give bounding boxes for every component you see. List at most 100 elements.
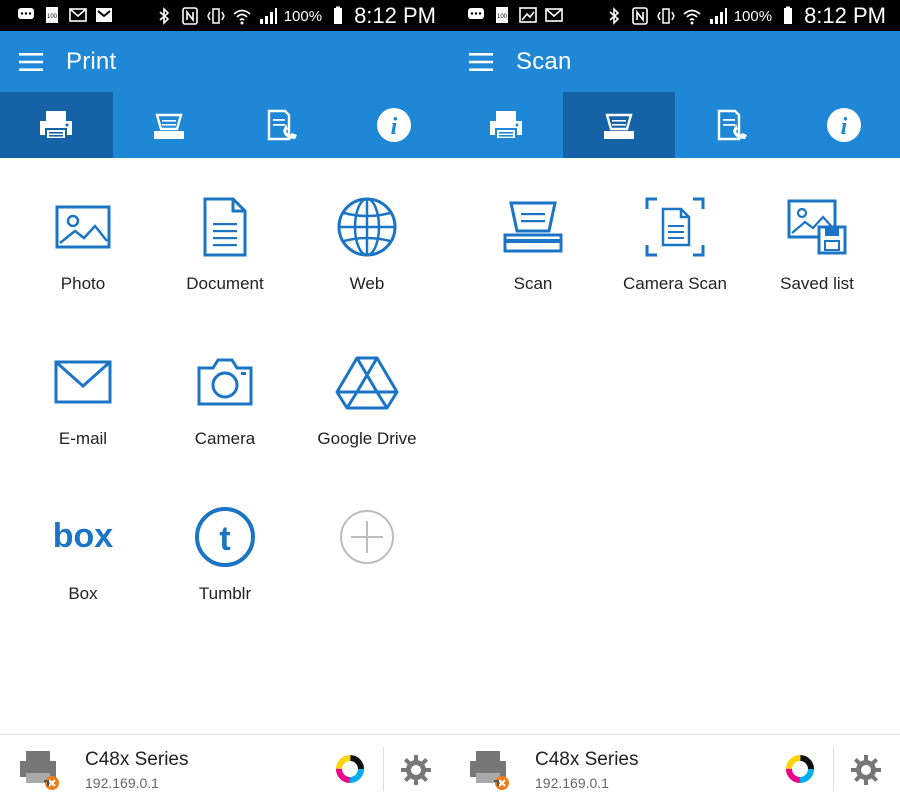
email-icon: [54, 360, 112, 404]
gear-icon[interactable]: [399, 753, 433, 787]
tab-print[interactable]: [450, 92, 563, 158]
photo-icon: [55, 205, 111, 249]
page-title: Scan: [516, 48, 572, 75]
box-icon: box: [53, 517, 114, 555]
google-drive-label: Google Drive: [317, 429, 417, 448]
scan-panel: 100 100% 8:12 PM Scan i Scan Camera Scan…: [450, 0, 900, 801]
info-icon: i: [376, 108, 411, 142]
svg-text:100: 100: [47, 14, 58, 20]
web-option[interactable]: Web: [292, 158, 442, 298]
scan-option[interactable]: Scan: [458, 158, 608, 298]
tab-print[interactable]: [0, 92, 113, 158]
battery-icon: [778, 6, 798, 26]
tumblr-label: Tumblr: [198, 584, 252, 603]
vibrate-icon: [206, 6, 226, 26]
google-drive-option[interactable]: Google Drive: [292, 313, 442, 453]
scan-options-grid: Scan Camera Scan Saved list: [450, 158, 900, 734]
tab-fax[interactable]: [675, 92, 788, 158]
print-icon: [490, 111, 523, 140]
ink-levels-icon[interactable]: [335, 754, 365, 784]
tab-scan[interactable]: [113, 92, 226, 158]
document-label: Document: [186, 274, 264, 293]
svg-text:i: i: [390, 114, 397, 140]
add-icon: [340, 510, 394, 564]
email-label: E-mail: [58, 429, 108, 448]
fax-icon: [268, 109, 298, 141]
box-label: Box: [68, 584, 98, 603]
ink-levels-icon[interactable]: [785, 754, 815, 784]
printer-status-icon: [470, 751, 509, 790]
nfc-icon: [630, 6, 650, 26]
battery-notification-icon: 100: [492, 5, 512, 25]
status-bar: 100 100% 8:12 PM: [0, 0, 450, 31]
status-bar: 100 100% 8:12 PM: [450, 0, 900, 31]
document-icon: [203, 197, 247, 257]
printer-name: C48x Series: [85, 749, 189, 770]
tab-info[interactable]: i: [338, 92, 451, 158]
tab-scan[interactable]: [562, 92, 675, 158]
signal-icon: [708, 6, 728, 26]
battery-percent: 100%: [733, 7, 773, 25]
scan-icon: [503, 201, 563, 253]
scan-icon: [153, 113, 184, 139]
saved-list-option[interactable]: Saved list: [742, 158, 892, 298]
camera-scan-option[interactable]: Camera Scan: [600, 158, 750, 298]
info-icon: i: [826, 108, 861, 142]
email-option[interactable]: E-mail: [8, 313, 158, 453]
camera-option[interactable]: Camera: [150, 313, 300, 453]
scan-icon: [603, 113, 634, 139]
svg-text:box: box: [53, 517, 114, 555]
tumblr-icon: t: [195, 507, 255, 567]
divider: [833, 747, 834, 791]
battery-icon: [328, 6, 348, 26]
camera-label: Camera: [194, 429, 256, 448]
app-bar: Scan: [450, 31, 900, 92]
svg-text:t: t: [219, 520, 230, 558]
vibrate-icon: [656, 6, 676, 26]
clock: 8:12 PM: [354, 3, 436, 28]
camera-scan-label: Camera Scan: [623, 274, 727, 293]
print-panel: 100 100% 8:12 PM Print i Photo Document …: [0, 0, 450, 801]
svg-text:i: i: [840, 114, 847, 140]
image-notification-icon: [518, 5, 538, 25]
box-option[interactable]: box Box: [8, 468, 158, 608]
document-option[interactable]: Document: [150, 158, 300, 298]
divider: [383, 747, 384, 791]
printer-name: C48x Series: [535, 749, 639, 770]
print-options-grid: Photo Document Web E-mail Camera Google …: [0, 158, 450, 734]
bluetooth-icon: [154, 6, 174, 26]
saved-list-label: Saved list: [780, 274, 854, 293]
web-label: Web: [349, 274, 385, 293]
menu-icon[interactable]: [18, 49, 44, 75]
printer-bar[interactable]: C48x Series 192.169.0.1: [0, 734, 450, 801]
email-notification-icon: [68, 5, 88, 25]
gmail-icon: [94, 5, 114, 25]
chat-icon: [16, 5, 36, 25]
clock: 8:12 PM: [804, 3, 886, 28]
printer-bar[interactable]: C48x Series 192.169.0.1: [450, 734, 900, 801]
email-notification-icon: [544, 5, 564, 25]
page-title: Print: [66, 48, 117, 75]
signal-icon: [258, 6, 278, 26]
printer-status-icon: [20, 751, 59, 790]
tumblr-option[interactable]: t Tumblr: [150, 468, 300, 608]
print-icon: [40, 111, 73, 140]
fax-icon: [718, 109, 748, 141]
chat-icon: [466, 5, 486, 25]
wifi-icon: [232, 6, 252, 26]
tab-info[interactable]: i: [788, 92, 900, 158]
camera-icon: [197, 358, 253, 406]
add-option[interactable]: [292, 468, 442, 608]
menu-icon[interactable]: [468, 49, 494, 75]
bluetooth-icon: [604, 6, 624, 26]
battery-notification-icon: 100: [42, 5, 62, 25]
printer-ip: 192.169.0.1: [85, 775, 159, 791]
tab-fax[interactable]: [225, 92, 338, 158]
gear-icon[interactable]: [849, 753, 883, 787]
photo-label: Photo: [60, 274, 106, 293]
google-drive-icon: [335, 356, 399, 410]
svg-text:100: 100: [497, 14, 508, 20]
photo-option[interactable]: Photo: [8, 158, 158, 298]
camera-scan-icon: [645, 197, 705, 257]
tab-bar: i: [0, 92, 450, 158]
